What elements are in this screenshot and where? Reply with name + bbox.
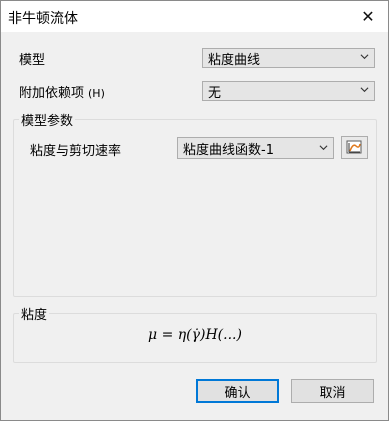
attach-label: 附加依赖项 (H) xyxy=(19,82,105,101)
viscosity-group: 粘度 μ = η(γ̇)H(...) xyxy=(13,304,377,363)
attach-select[interactable]: 无 xyxy=(202,81,375,101)
title-bar: 非牛顿流体 ✕ xyxy=(1,1,388,32)
dialog-window: 非牛顿流体 ✕ 模型 粘度曲线 附加依赖项 (H) 无 模型参数 粘度与剪切速率 … xyxy=(0,0,389,421)
shear-rate-label: 粘度与剪切速率 xyxy=(30,144,122,159)
attach-select-value: 无 xyxy=(208,85,222,101)
model-select[interactable]: 粘度曲线 xyxy=(202,48,375,68)
shear-function-select[interactable]: 粘度曲线函数-1 xyxy=(177,137,334,159)
model-select-value: 粘度曲线 xyxy=(208,52,261,68)
viscosity-formula: μ = η(γ̇)H(...) xyxy=(148,327,242,343)
model-params-group: 模型参数 粘度与剪切速率 粘度曲线函数-1 xyxy=(13,110,377,297)
model-label: 模型 xyxy=(19,53,46,68)
model-params-title: 模型参数 xyxy=(19,110,76,129)
attach-label-text: 附加依赖项 xyxy=(19,86,85,101)
ok-button[interactable]: 确认 xyxy=(196,379,279,403)
shear-function-value: 粘度曲线函数-1 xyxy=(183,142,274,158)
chevron-down-icon xyxy=(319,145,328,151)
dialog-title: 非牛顿流体 xyxy=(8,11,78,27)
edit-function-button[interactable] xyxy=(341,136,368,159)
chevron-down-icon xyxy=(360,54,369,60)
cancel-button[interactable]: 取消 xyxy=(291,379,374,403)
chevron-down-icon xyxy=(360,87,369,93)
viscosity-title: 粘度 xyxy=(19,304,50,323)
close-button[interactable]: ✕ xyxy=(348,1,388,32)
function-chart-icon xyxy=(346,140,362,154)
cancel-button-label: 取消 xyxy=(319,385,346,401)
attach-hotkey-hint: (H) xyxy=(88,87,105,100)
ok-button-label: 确认 xyxy=(224,385,251,401)
close-icon: ✕ xyxy=(361,7,375,26)
